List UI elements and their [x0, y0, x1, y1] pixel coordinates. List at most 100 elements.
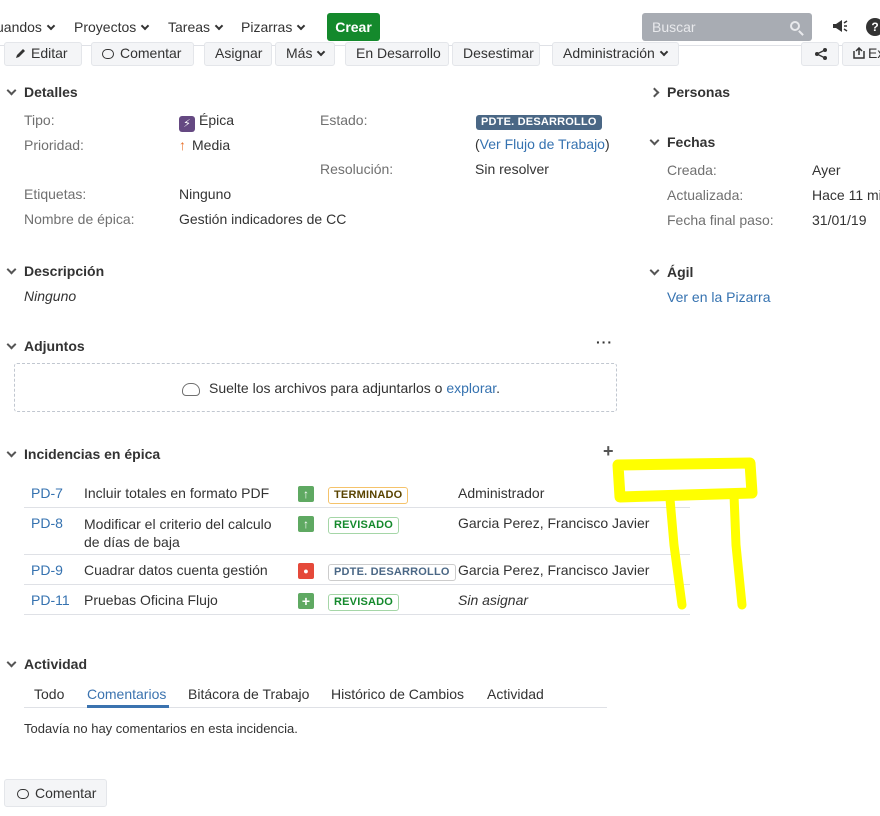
megaphone-icon[interactable] — [832, 19, 848, 36]
pencil-icon — [16, 49, 25, 58]
details-header[interactable]: Detalles — [6, 84, 78, 100]
issue-summary-link[interactable]: Modificar el criterio del calculo de día… — [84, 515, 284, 551]
paren-close: ) — [604, 136, 610, 152]
row-separator — [24, 554, 690, 555]
epic-name-value[interactable]: Gestión indicadores de CC — [179, 211, 346, 227]
step-date-label: Fecha final paso: — [667, 212, 774, 228]
assign-button[interactable]: Asignar — [204, 42, 272, 66]
active-tab-underline — [87, 705, 169, 708]
new-feature-icon: + — [298, 593, 314, 609]
type-label: Tipo: — [24, 112, 55, 128]
tab-activity[interactable]: Actividad — [487, 686, 544, 702]
status-badge: PDTE. DESARROLLO — [476, 115, 602, 130]
edit-button[interactable]: Editar — [4, 42, 82, 66]
administration-button[interactable]: Administración — [552, 42, 679, 66]
issue-status: PDTE. DESARROLLO — [328, 562, 456, 581]
status-badge: PDTE. DESARROLLO — [328, 564, 456, 581]
chevron-down-icon — [214, 21, 224, 31]
improvement-icon: ↑ — [298, 486, 314, 502]
activity-title: Actividad — [24, 656, 88, 672]
comment-icon — [102, 49, 114, 59]
tab-history[interactable]: Histórico de Cambios — [331, 686, 464, 702]
comment-button[interactable]: Comentar — [4, 779, 107, 807]
details-title: Detalles — [24, 84, 78, 100]
updated-value: Hace 11 mi — [812, 187, 880, 203]
people-header[interactable]: Personas — [649, 84, 731, 100]
issue-assignee: Sin asignar — [458, 592, 529, 608]
priority-value: ↑ Media — [179, 137, 230, 153]
chevron-right-icon — [649, 87, 660, 98]
workflow-link-wrap: (Ver Flujo de Trabajo) — [475, 136, 610, 152]
status-badge: REVISADO — [328, 517, 400, 534]
epic-icon: ⚡ — [179, 116, 195, 132]
nav-dashboards[interactable]: uandos — [0, 19, 56, 35]
issue-summary-link[interactable]: Incluir totales en formato PDF — [84, 485, 284, 501]
share-icon — [815, 48, 827, 60]
attachments-header[interactable]: Adjuntos — [6, 338, 85, 354]
issue-summary-link[interactable]: Cuadrar datos cuenta gestión — [84, 562, 294, 578]
dates-header[interactable]: Fechas — [649, 134, 716, 150]
nav-projects[interactable]: Proyectos — [74, 19, 150, 35]
row-separator — [24, 507, 690, 508]
agile-header[interactable]: Ágil — [649, 264, 694, 280]
create-button[interactable]: Crear — [327, 13, 380, 41]
type-text: Épica — [199, 112, 235, 128]
dismiss-button[interactable]: Desestimar — [452, 42, 540, 66]
export-label: Ex — [868, 45, 880, 61]
chevron-down-icon — [141, 21, 150, 31]
browse-link[interactable]: explorar — [446, 380, 496, 396]
issue-status: TERMINADO — [328, 485, 409, 504]
more-label: Más — [286, 45, 313, 61]
nav-boards[interactable]: Pizarras — [241, 19, 306, 35]
view-workflow-link[interactable]: Ver Flujo de Trabajo — [480, 136, 605, 152]
issue-key-link[interactable]: PD-7 — [31, 485, 63, 501]
edit-label: Editar — [31, 45, 68, 61]
export-button[interactable]: Ex — [842, 42, 880, 66]
no-comments-message: Todavía no hay comentarios en esta incid… — [24, 721, 298, 736]
issue-key-link[interactable]: PD-9 — [31, 562, 63, 578]
bug-icon: ● — [298, 563, 314, 579]
improvement-icon: ↑ — [298, 516, 314, 532]
attachment-dropzone[interactable]: Suelte los archivos para adjuntarlos o e… — [14, 363, 617, 412]
search-input[interactable]: Buscar — [642, 13, 812, 41]
type-value: ⚡ Épica — [179, 112, 234, 132]
help-icon[interactable]: ? — [866, 18, 880, 36]
issue-summary-link[interactable]: Pruebas Oficina Flujo — [84, 592, 284, 608]
epic-name-label: Nombre de épica: — [24, 211, 135, 227]
description-value[interactable]: Ninguno — [24, 288, 76, 304]
status-value: PDTE. DESARROLLO — [476, 112, 602, 130]
search-icon — [790, 21, 800, 31]
epic-issues-header[interactable]: Incidencias en épica — [6, 446, 160, 462]
nav-issues[interactable]: Tareas — [168, 19, 224, 35]
agile-title: Ágil — [667, 264, 694, 280]
comment-toolbar-button[interactable]: Comentar — [91, 42, 194, 66]
view-on-board-link[interactable]: Ver en la Pizarra — [667, 289, 771, 305]
tab-comments[interactable]: Comentarios — [87, 686, 166, 702]
activity-header[interactable]: Actividad — [6, 656, 88, 672]
labels-value[interactable]: Ninguno — [179, 186, 231, 202]
step-date-value: 31/01/19 — [812, 212, 867, 228]
chevron-down-icon — [6, 264, 17, 275]
attachments-more-icon[interactable]: ··· — [596, 334, 613, 350]
updated-label: Actualizada: — [667, 187, 744, 203]
attachments-title: Adjuntos — [24, 338, 85, 354]
arrow-up-icon: ↑ — [179, 137, 186, 153]
chevron-down-icon — [659, 47, 669, 57]
issue-key-link[interactable]: PD-8 — [31, 515, 63, 531]
tab-all[interactable]: Todo — [34, 686, 64, 702]
nav-issues-label: Tareas — [168, 19, 211, 35]
dates-title: Fechas — [667, 134, 716, 150]
resolution-value: Sin resolver — [475, 161, 549, 177]
dropzone-message: Suelte los archivos para adjuntarlos o — [209, 380, 447, 396]
share-button[interactable] — [801, 42, 839, 66]
export-icon — [853, 46, 865, 59]
people-title: Personas — [667, 84, 731, 100]
issue-key-link[interactable]: PD-11 — [31, 592, 70, 608]
in-development-button[interactable]: En Desarrollo — [345, 42, 449, 66]
chevron-down-icon — [649, 265, 660, 276]
more-button[interactable]: Más — [275, 42, 335, 66]
chevron-down-icon — [6, 339, 17, 350]
created-label: Creada: — [667, 162, 717, 178]
tab-worklog[interactable]: Bitácora de Trabajo — [188, 686, 309, 702]
description-header[interactable]: Descripción — [6, 263, 104, 279]
